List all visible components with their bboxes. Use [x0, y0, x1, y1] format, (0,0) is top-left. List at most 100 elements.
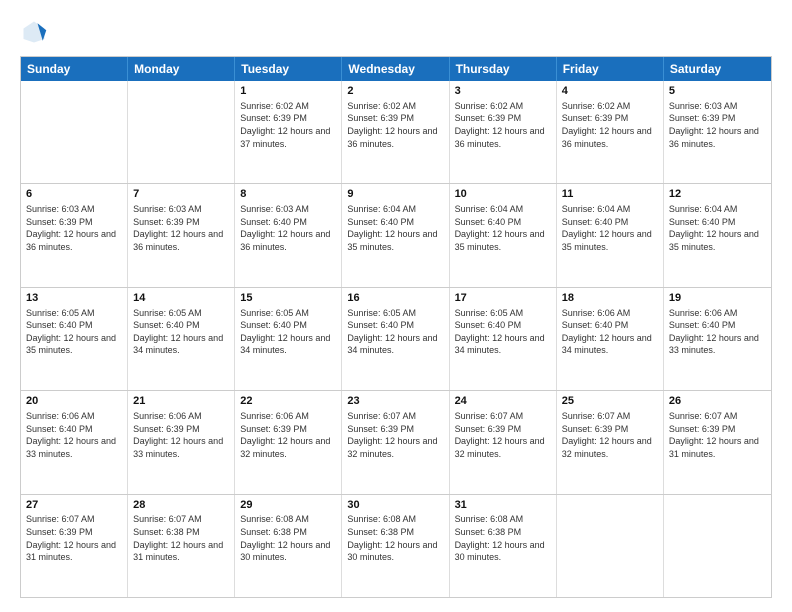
calendar-cell: 6Sunrise: 6:03 AM Sunset: 6:39 PM Daylig… [21, 184, 128, 286]
page: SundayMondayTuesdayWednesdayThursdayFrid… [0, 0, 792, 612]
calendar-cell: 26Sunrise: 6:07 AM Sunset: 6:39 PM Dayli… [664, 391, 771, 493]
calendar-cell: 25Sunrise: 6:07 AM Sunset: 6:39 PM Dayli… [557, 391, 664, 493]
day-number: 15 [240, 291, 336, 306]
header-cell-thursday: Thursday [450, 57, 557, 81]
day-info: Sunrise: 6:04 AM Sunset: 6:40 PM Dayligh… [455, 203, 551, 253]
day-number: 28 [133, 498, 229, 513]
calendar-cell: 17Sunrise: 6:05 AM Sunset: 6:40 PM Dayli… [450, 288, 557, 390]
logo-icon [20, 18, 48, 46]
calendar-cell: 18Sunrise: 6:06 AM Sunset: 6:40 PM Dayli… [557, 288, 664, 390]
calendar-cell: 5Sunrise: 6:03 AM Sunset: 6:39 PM Daylig… [664, 81, 771, 183]
day-info: Sunrise: 6:05 AM Sunset: 6:40 PM Dayligh… [455, 307, 551, 357]
day-number: 14 [133, 291, 229, 306]
day-number: 10 [455, 187, 551, 202]
day-number: 7 [133, 187, 229, 202]
day-number: 20 [26, 394, 122, 409]
day-number: 11 [562, 187, 658, 202]
day-number: 1 [240, 84, 336, 99]
calendar-row-4: 20Sunrise: 6:06 AM Sunset: 6:40 PM Dayli… [21, 390, 771, 493]
calendar-cell: 4Sunrise: 6:02 AM Sunset: 6:39 PM Daylig… [557, 81, 664, 183]
calendar-cell: 11Sunrise: 6:04 AM Sunset: 6:40 PM Dayli… [557, 184, 664, 286]
calendar-cell [557, 495, 664, 597]
day-info: Sunrise: 6:08 AM Sunset: 6:38 PM Dayligh… [347, 513, 443, 563]
day-info: Sunrise: 6:05 AM Sunset: 6:40 PM Dayligh… [26, 307, 122, 357]
header-cell-sunday: Sunday [21, 57, 128, 81]
day-info: Sunrise: 6:05 AM Sunset: 6:40 PM Dayligh… [133, 307, 229, 357]
calendar-cell: 16Sunrise: 6:05 AM Sunset: 6:40 PM Dayli… [342, 288, 449, 390]
header-cell-saturday: Saturday [664, 57, 771, 81]
calendar-row-5: 27Sunrise: 6:07 AM Sunset: 6:39 PM Dayli… [21, 494, 771, 597]
day-number: 19 [669, 291, 766, 306]
day-info: Sunrise: 6:07 AM Sunset: 6:39 PM Dayligh… [562, 410, 658, 460]
day-number: 30 [347, 498, 443, 513]
day-info: Sunrise: 6:08 AM Sunset: 6:38 PM Dayligh… [455, 513, 551, 563]
day-number: 25 [562, 394, 658, 409]
day-info: Sunrise: 6:02 AM Sunset: 6:39 PM Dayligh… [347, 100, 443, 150]
day-number: 21 [133, 394, 229, 409]
calendar-cell: 31Sunrise: 6:08 AM Sunset: 6:38 PM Dayli… [450, 495, 557, 597]
day-info: Sunrise: 6:04 AM Sunset: 6:40 PM Dayligh… [669, 203, 766, 253]
calendar-row-2: 6Sunrise: 6:03 AM Sunset: 6:39 PM Daylig… [21, 183, 771, 286]
day-info: Sunrise: 6:08 AM Sunset: 6:38 PM Dayligh… [240, 513, 336, 563]
day-number: 9 [347, 187, 443, 202]
day-info: Sunrise: 6:02 AM Sunset: 6:39 PM Dayligh… [562, 100, 658, 150]
day-info: Sunrise: 6:06 AM Sunset: 6:40 PM Dayligh… [669, 307, 766, 357]
day-number: 26 [669, 394, 766, 409]
calendar-header: SundayMondayTuesdayWednesdayThursdayFrid… [21, 57, 771, 81]
day-number: 3 [455, 84, 551, 99]
day-number: 22 [240, 394, 336, 409]
day-info: Sunrise: 6:03 AM Sunset: 6:39 PM Dayligh… [669, 100, 766, 150]
calendar-cell: 27Sunrise: 6:07 AM Sunset: 6:39 PM Dayli… [21, 495, 128, 597]
calendar-row-3: 13Sunrise: 6:05 AM Sunset: 6:40 PM Dayli… [21, 287, 771, 390]
day-number: 6 [26, 187, 122, 202]
calendar-cell: 8Sunrise: 6:03 AM Sunset: 6:40 PM Daylig… [235, 184, 342, 286]
calendar-cell: 22Sunrise: 6:06 AM Sunset: 6:39 PM Dayli… [235, 391, 342, 493]
header [20, 18, 772, 46]
calendar-cell: 29Sunrise: 6:08 AM Sunset: 6:38 PM Dayli… [235, 495, 342, 597]
day-info: Sunrise: 6:07 AM Sunset: 6:39 PM Dayligh… [669, 410, 766, 460]
day-info: Sunrise: 6:05 AM Sunset: 6:40 PM Dayligh… [347, 307, 443, 357]
day-info: Sunrise: 6:04 AM Sunset: 6:40 PM Dayligh… [347, 203, 443, 253]
header-cell-friday: Friday [557, 57, 664, 81]
day-info: Sunrise: 6:03 AM Sunset: 6:39 PM Dayligh… [133, 203, 229, 253]
day-number: 18 [562, 291, 658, 306]
calendar-cell: 20Sunrise: 6:06 AM Sunset: 6:40 PM Dayli… [21, 391, 128, 493]
day-number: 2 [347, 84, 443, 99]
calendar-cell: 3Sunrise: 6:02 AM Sunset: 6:39 PM Daylig… [450, 81, 557, 183]
calendar-cell [128, 81, 235, 183]
calendar-cell: 21Sunrise: 6:06 AM Sunset: 6:39 PM Dayli… [128, 391, 235, 493]
day-number: 24 [455, 394, 551, 409]
day-info: Sunrise: 6:03 AM Sunset: 6:39 PM Dayligh… [26, 203, 122, 253]
day-number: 13 [26, 291, 122, 306]
day-info: Sunrise: 6:04 AM Sunset: 6:40 PM Dayligh… [562, 203, 658, 253]
day-number: 5 [669, 84, 766, 99]
day-info: Sunrise: 6:06 AM Sunset: 6:40 PM Dayligh… [26, 410, 122, 460]
day-number: 27 [26, 498, 122, 513]
day-number: 8 [240, 187, 336, 202]
day-info: Sunrise: 6:03 AM Sunset: 6:40 PM Dayligh… [240, 203, 336, 253]
day-number: 16 [347, 291, 443, 306]
day-number: 4 [562, 84, 658, 99]
calendar-cell [21, 81, 128, 183]
logo [20, 18, 52, 46]
day-info: Sunrise: 6:06 AM Sunset: 6:40 PM Dayligh… [562, 307, 658, 357]
header-cell-wednesday: Wednesday [342, 57, 449, 81]
day-number: 12 [669, 187, 766, 202]
day-number: 29 [240, 498, 336, 513]
calendar-cell: 15Sunrise: 6:05 AM Sunset: 6:40 PM Dayli… [235, 288, 342, 390]
day-info: Sunrise: 6:05 AM Sunset: 6:40 PM Dayligh… [240, 307, 336, 357]
header-cell-monday: Monday [128, 57, 235, 81]
calendar: SundayMondayTuesdayWednesdayThursdayFrid… [20, 56, 772, 598]
day-info: Sunrise: 6:02 AM Sunset: 6:39 PM Dayligh… [455, 100, 551, 150]
calendar-cell: 1Sunrise: 6:02 AM Sunset: 6:39 PM Daylig… [235, 81, 342, 183]
calendar-cell: 9Sunrise: 6:04 AM Sunset: 6:40 PM Daylig… [342, 184, 449, 286]
calendar-cell: 13Sunrise: 6:05 AM Sunset: 6:40 PM Dayli… [21, 288, 128, 390]
calendar-cell: 10Sunrise: 6:04 AM Sunset: 6:40 PM Dayli… [450, 184, 557, 286]
calendar-cell: 30Sunrise: 6:08 AM Sunset: 6:38 PM Dayli… [342, 495, 449, 597]
calendar-cell: 2Sunrise: 6:02 AM Sunset: 6:39 PM Daylig… [342, 81, 449, 183]
day-number: 31 [455, 498, 551, 513]
calendar-cell [664, 495, 771, 597]
calendar-cell: 23Sunrise: 6:07 AM Sunset: 6:39 PM Dayli… [342, 391, 449, 493]
day-info: Sunrise: 6:07 AM Sunset: 6:39 PM Dayligh… [455, 410, 551, 460]
day-info: Sunrise: 6:07 AM Sunset: 6:38 PM Dayligh… [133, 513, 229, 563]
